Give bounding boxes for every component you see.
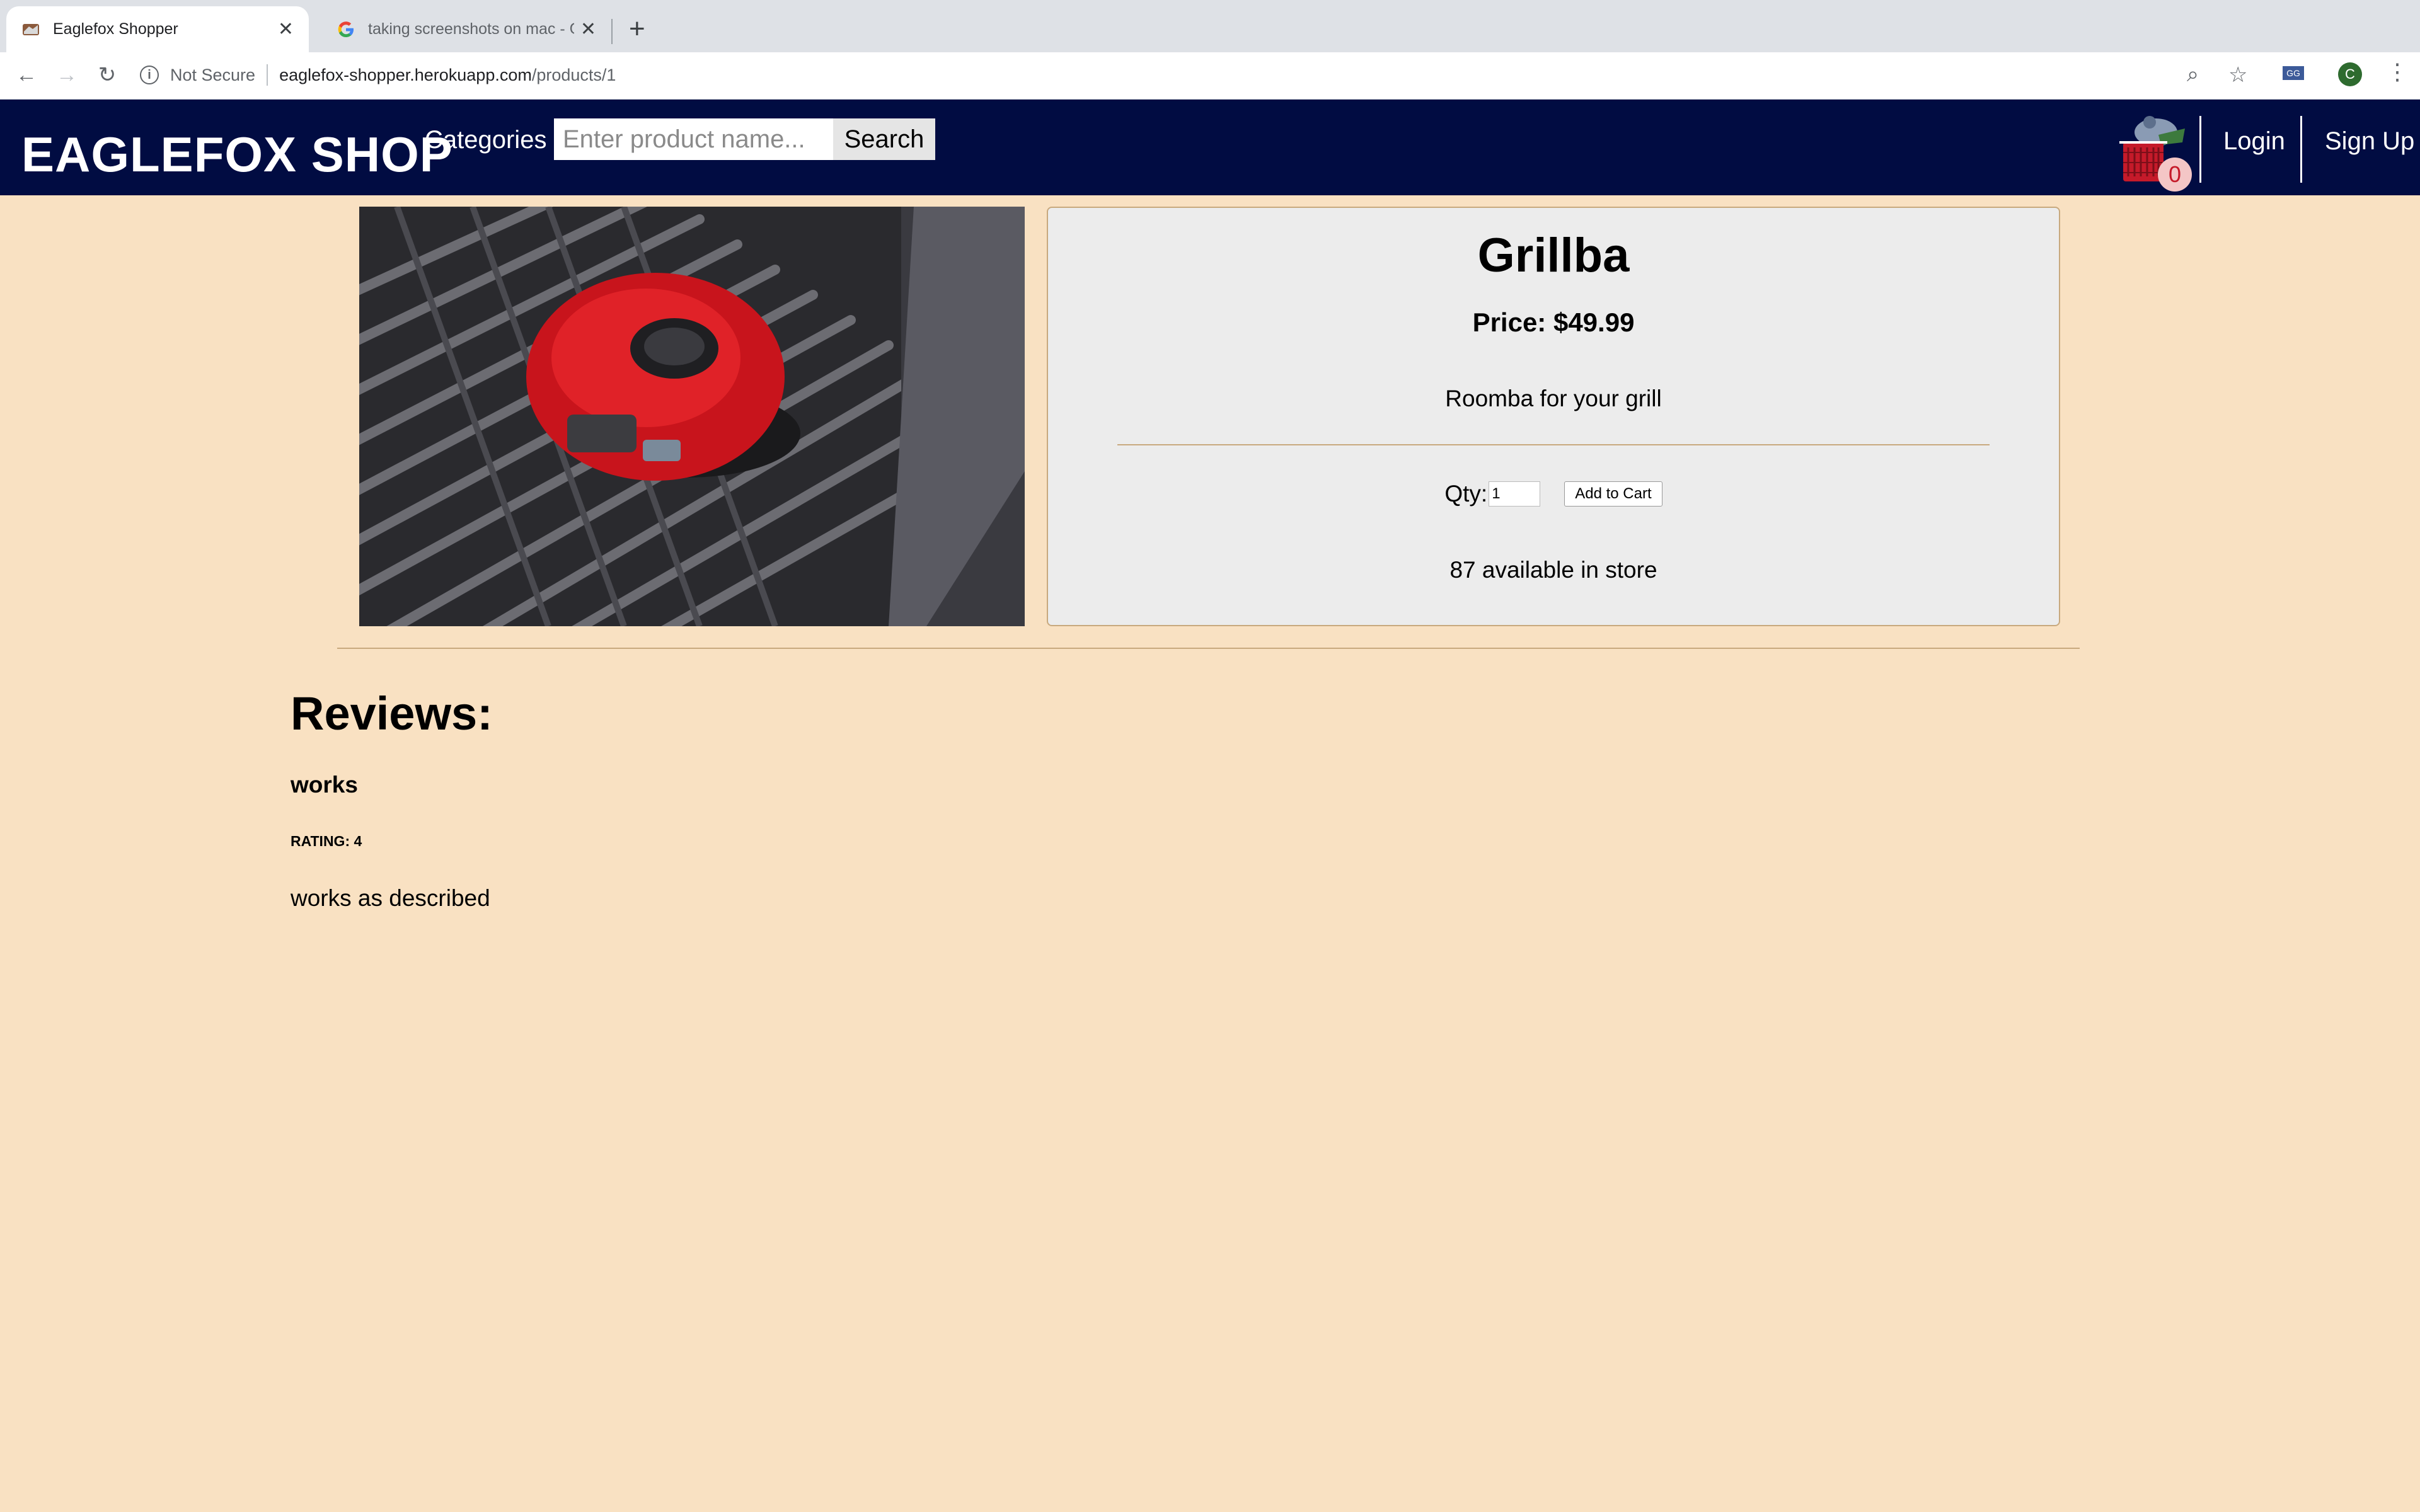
qty-label: Qty: [1444,481,1488,507]
nav-divider [2199,116,2201,183]
zoom-icon[interactable]: ⌕ [2187,62,2199,87]
search-input[interactable] [554,118,833,160]
reload-icon[interactable]: ↻ [93,61,121,89]
signup-link[interactable]: Sign Up [2325,127,2414,156]
login-link[interactable]: Login [2223,127,2285,156]
product-name: Grillba [1477,229,1630,282]
rating-value: 4 [354,833,362,849]
new-tab-icon[interactable]: + [629,15,645,43]
tab-title: taking screenshots on mac - G [368,20,574,38]
address-bar[interactable]: i Not Secure eaglefox-shopper.herokuapp.… [140,59,2238,91]
browser-menu-icon[interactable]: ⋮ [2386,60,2409,83]
bookmark-star-icon[interactable]: ☆ [2228,62,2247,88]
site-brand[interactable]: EAGLEFOX SHOP [21,126,453,183]
product-price: Price: $49.99 [1472,307,1635,337]
quantity-input[interactable] [1489,481,1541,507]
product-image [359,207,1025,626]
quantity-row: Qty: Add to Cart [1048,481,2059,507]
close-tab-icon[interactable]: ✕ [580,18,596,40]
google-favicon-icon [338,21,354,37]
url-host: eaglefox-shopper.herokuapp.com [279,65,532,84]
section-divider [337,648,2080,649]
card-divider [1117,444,1990,445]
browser-tab-strip: Eaglefox Shopper ✕ taking screenshots on… [0,0,2420,52]
rating-label: RATING: [291,833,350,849]
tab-google-search[interactable]: taking screenshots on mac - G ✕ [321,6,611,52]
profile-avatar[interactable]: C [2338,62,2362,86]
product-details-card: Grillba Price: $49.99 Roomba for your gr… [1047,207,2060,626]
nav-divider [2300,116,2302,183]
cart-count-badge[interactable]: 0 [2158,158,2192,192]
stock-status: 87 available in store [1449,557,1657,583]
categories-link[interactable]: Categories [425,126,546,154]
security-label: Not Secure [170,65,256,84]
reviews-heading: Reviews: [291,687,493,740]
review-title: works [291,772,358,798]
search-button[interactable]: Search [833,118,935,160]
forward-arrow-icon[interactable]: → [53,61,81,89]
tab-eaglefox-shopper[interactable]: Eaglefox Shopper ✕ [6,6,309,52]
tab-separator [611,19,613,44]
review-body: works as described [291,885,490,911]
address-divider [267,64,268,86]
info-icon[interactable]: i [140,66,159,84]
eagle-favicon-icon [23,23,39,35]
add-to-cart-button[interactable]: Add to Cart [1564,481,1662,507]
close-tab-icon[interactable]: ✕ [278,18,294,40]
browser-toolbar: ← → ↻ i Not Secure eaglefox-shopper.hero… [0,52,2420,100]
tab-title: Eaglefox Shopper [53,20,178,38]
url-path: /products/1 [531,65,616,84]
review-rating: RATING: 4 [291,833,362,850]
extension-icon[interactable]: GG [2283,66,2304,80]
site-navbar: EAGLEFOX SHOP Categories Search 0 Login … [0,100,2420,195]
back-arrow-icon[interactable]: ← [13,61,40,89]
product-description: Roomba for your grill [1445,386,1662,411]
